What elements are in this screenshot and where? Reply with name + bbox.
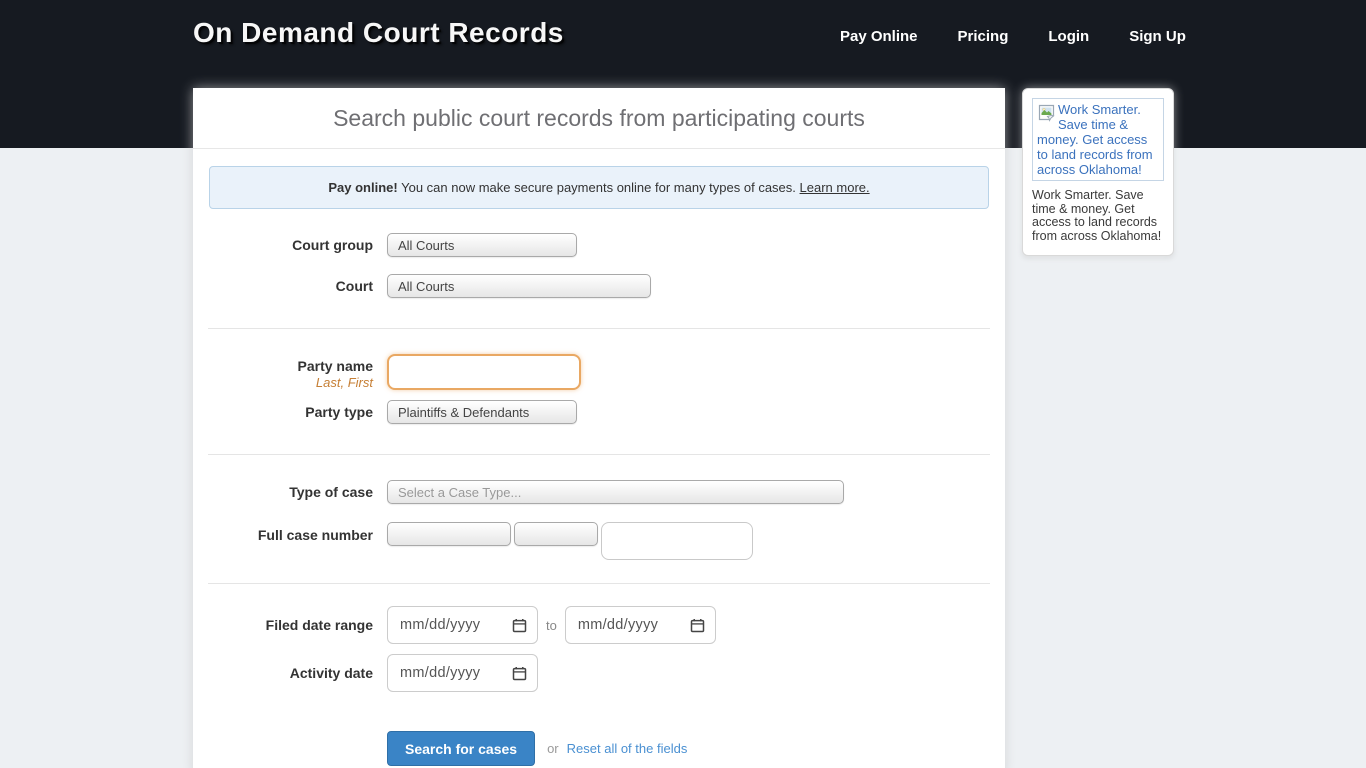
nav-pay-online[interactable]: Pay Online [840,28,918,45]
reset-fields-link[interactable]: Reset all of the fields [567,741,688,756]
learn-more-link[interactable]: Learn more. [800,180,870,195]
court-group-value: All Courts [398,238,454,253]
filed-date-to-placeholder: mm/dd/yyyy [578,617,658,633]
case-type-row: Type of case Select a Case Type... [193,480,1005,504]
case-number-part2-select[interactable] [514,522,598,546]
site-logo[interactable]: On Demand Court Records [193,17,564,49]
case-type-placeholder: Select a Case Type... [398,485,521,500]
court-label: Court [193,278,387,294]
section-divider [208,328,990,329]
top-nav: Pay Online Pricing Login Sign Up [840,28,1186,45]
case-number-part1-select[interactable] [387,522,511,546]
activity-date-row: Activity date mm/dd/yyyy [193,654,1005,692]
case-type-label: Type of case [193,484,387,500]
court-group-label: Court group [193,237,387,253]
party-name-input[interactable] [387,354,581,390]
section-divider [208,454,990,455]
date-range-separator: to [546,618,557,633]
activity-date-input[interactable]: mm/dd/yyyy [387,654,538,692]
section-divider [208,583,990,584]
calendar-icon[interactable] [512,666,527,681]
sidebar-ad-caption: Work Smarter. Save time & money. Get acc… [1032,189,1164,243]
activity-date-label: Activity date [193,665,387,681]
case-type-select[interactable]: Select a Case Type... [387,480,844,504]
party-type-label: Party type [193,404,387,420]
broken-image-icon [1037,103,1056,122]
actions-row: Search for cases or Reset all of the fie… [193,731,1005,766]
search-for-cases-button[interactable]: Search for cases [387,731,535,766]
party-type-value: Plaintiffs & Defendants [398,405,529,420]
party-name-label: Party name Last, First [193,358,387,391]
sidebar-ad-card: Work Smarter. Save time & money. Get acc… [1022,88,1174,256]
filed-date-row: Filed date range mm/dd/yyyy to mm/dd/yyy… [193,606,1005,644]
nav-pricing[interactable]: Pricing [958,28,1009,45]
activity-date-placeholder: mm/dd/yyyy [400,665,480,681]
case-number-label: Full case number [193,527,387,543]
filed-date-to-input[interactable]: mm/dd/yyyy [565,606,716,644]
party-name-hint: Last, First [193,375,373,391]
court-row: Court All Courts [193,274,1005,298]
nav-sign-up[interactable]: Sign Up [1129,28,1186,45]
party-type-row: Party type Plaintiffs & Defendants [193,400,1005,424]
court-group-row: Court group All Courts [193,233,1005,257]
sidebar-ad-broken-image-link[interactable]: Work Smarter. Save time & money. Get acc… [1032,98,1164,181]
calendar-icon[interactable] [690,618,705,633]
calendar-icon[interactable] [512,618,527,633]
filed-date-from-placeholder: mm/dd/yyyy [400,617,480,633]
filed-date-label: Filed date range [193,617,387,633]
nav-login[interactable]: Login [1048,28,1089,45]
filed-date-from-input[interactable]: mm/dd/yyyy [387,606,538,644]
court-group-select[interactable]: All Courts [387,233,577,257]
pay-online-banner: Pay online! You can now make secure paym… [209,166,989,209]
case-number-part3-input[interactable] [601,522,753,560]
court-select[interactable]: All Courts [387,274,651,298]
page-title: Search public court records from partici… [193,88,1005,149]
court-value: All Courts [398,279,454,294]
case-number-row: Full case number [193,522,1005,560]
search-panel: Search public court records from partici… [193,88,1005,768]
actions-conjunction: or [547,741,559,756]
banner-lead: Pay online! [328,180,397,195]
party-type-select[interactable]: Plaintiffs & Defendants [387,400,577,424]
banner-text: You can now make secure payments online … [401,180,796,195]
party-name-row: Party name Last, First [193,354,1005,391]
